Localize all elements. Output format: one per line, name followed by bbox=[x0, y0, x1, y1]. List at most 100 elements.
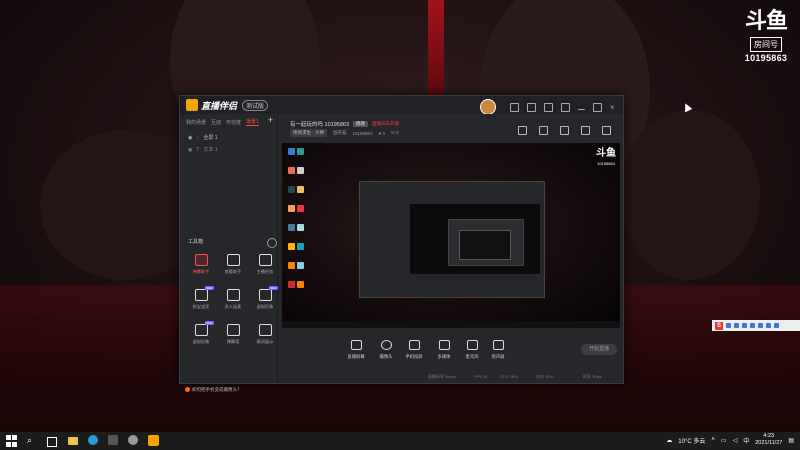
tool-item[interactable]: 歌词展示 bbox=[250, 324, 280, 345]
control-microphone[interactable]: 麦克风 bbox=[460, 340, 484, 360]
volume-icon[interactable]: ◁ bbox=[733, 437, 738, 444]
new-badge: NEW bbox=[204, 286, 214, 290]
room-title-row: 有一起玩的吗 10195863 修改 直播间未开播 bbox=[290, 120, 399, 128]
edit-title-button[interactable]: 修改 bbox=[353, 121, 368, 127]
tool-item[interactable]: 主播任务 bbox=[250, 254, 280, 275]
tool-label: 主播任务 bbox=[256, 269, 274, 274]
add-scene-button[interactable]: + bbox=[268, 115, 273, 125]
control-screen[interactable]: 直播屏幕 bbox=[344, 340, 368, 360]
app-titlebar[interactable]: 直播伴侣 测试版 × bbox=[180, 96, 623, 115]
ime-icon[interactable] bbox=[726, 323, 731, 328]
clock[interactable]: 4:23 2021/11/27 bbox=[755, 433, 782, 447]
gallery-icon[interactable] bbox=[560, 126, 569, 135]
ime-icon[interactable] bbox=[774, 323, 779, 328]
close-icon[interactable]: × bbox=[610, 103, 617, 111]
tool-item[interactable]: NEW 虚拟形象 bbox=[186, 321, 216, 345]
settings-icon[interactable] bbox=[602, 126, 611, 135]
scene-item[interactable]: ◉ T 文本 1 bbox=[188, 146, 218, 154]
system-tray: ☁ 10°C 多云 ˄ ▭ ◁ 中 4:23 2021/11/27 ▤ bbox=[666, 433, 794, 447]
ime-icon[interactable] bbox=[766, 323, 771, 328]
task-view-icon[interactable] bbox=[47, 437, 57, 447]
eye-icon[interactable]: ◉ bbox=[188, 135, 192, 141]
phone-cast-icon bbox=[408, 340, 420, 350]
media-icon bbox=[438, 340, 450, 350]
tool-label: 虚拟形象 bbox=[192, 339, 210, 344]
streaming-app-window: 直播伴侣 测试版 × 我的场景 互动 可信度 场景1 + ◉ ◌ 全屏 1 ◉ T bbox=[179, 95, 624, 393]
tool-label: 多人连麦 bbox=[224, 304, 242, 309]
control-media[interactable]: 多媒体 bbox=[432, 340, 456, 360]
tool-item[interactable]: 房管助手 bbox=[218, 254, 248, 275]
windows-start-icon[interactable] bbox=[6, 435, 18, 447]
tip-icon bbox=[185, 387, 190, 393]
maximize-icon[interactable] bbox=[593, 102, 602, 112]
task-icon bbox=[258, 254, 272, 266]
phone-camera-tip[interactable]: 如何把手机变成摄像头？ bbox=[180, 384, 277, 396]
notification-icon[interactable]: ▤ bbox=[788, 437, 794, 444]
tool-item[interactable]: 弹幕墙 bbox=[218, 324, 248, 345]
clock-date: 2021/11/27 bbox=[755, 440, 783, 446]
message-icon[interactable] bbox=[510, 102, 519, 112]
ime-icon[interactable] bbox=[742, 323, 747, 328]
streaming-app-taskbar-icon[interactable] bbox=[148, 435, 159, 446]
tool-label: 虚拟形象 bbox=[256, 304, 274, 309]
scene-label: 全屏 1 bbox=[203, 135, 218, 141]
version-badge: 测试版 bbox=[242, 99, 269, 111]
tool-item[interactable]: NEW 抢宝送奖 bbox=[186, 286, 216, 310]
tool-item[interactable]: NEW 虚拟形象 bbox=[250, 286, 280, 310]
mail-icon[interactable] bbox=[527, 102, 536, 112]
likes-count: ♥ 0 bbox=[378, 130, 385, 136]
notification-icon[interactable] bbox=[581, 126, 590, 135]
danmaku-icon bbox=[194, 254, 208, 266]
control-speaker[interactable]: 扬声器 bbox=[486, 340, 510, 360]
nested-inner-window bbox=[448, 219, 524, 266]
tool-item[interactable]: 弹幕助手 bbox=[186, 254, 216, 275]
tool-item[interactable]: 多人连麦 bbox=[218, 289, 248, 310]
tool-label: 弹幕助手 bbox=[192, 269, 210, 274]
menu-icon[interactable] bbox=[561, 102, 570, 112]
sogou-icon[interactable]: S bbox=[715, 321, 723, 330]
eye-icon[interactable]: ◉ bbox=[188, 147, 192, 153]
wall-icon bbox=[226, 324, 240, 336]
more-icon[interactable] bbox=[267, 238, 277, 248]
edge-icon[interactable] bbox=[88, 435, 98, 445]
scene-item[interactable]: ◉ ◌ 全屏 1 bbox=[188, 134, 218, 142]
streamer-name: 国庆猫 bbox=[333, 130, 347, 135]
language-indicator[interactable]: 中 bbox=[743, 436, 749, 445]
ime-icon[interactable] bbox=[750, 323, 755, 328]
stream-preview[interactable]: 斗鱼 10195863 bbox=[282, 143, 620, 328]
lock-icon[interactable]: ◌ bbox=[196, 135, 199, 141]
weather-text[interactable]: 10°C 多云 bbox=[678, 436, 705, 445]
tab-credibility[interactable]: 可信度 bbox=[226, 119, 241, 126]
start-stream-button[interactable]: 开始直播 bbox=[581, 344, 617, 355]
tab-my-scenes[interactable]: 我的场景 bbox=[186, 119, 206, 126]
ime-toolbar[interactable]: S bbox=[712, 320, 800, 331]
control-phone-cast[interactable]: 手机投屏 bbox=[402, 340, 426, 360]
category-pill[interactable]: 绝地求生 · 大神 bbox=[290, 129, 327, 137]
status-memory: 内存 45% bbox=[536, 374, 554, 379]
steam-icon[interactable] bbox=[128, 435, 138, 445]
avatar[interactable] bbox=[480, 99, 496, 115]
clock-time: 4:23 bbox=[763, 433, 775, 439]
network-icon[interactable]: ▭ bbox=[721, 437, 727, 444]
tab-scene-1[interactable]: 场景1 bbox=[246, 118, 259, 126]
status-bar: 直播码率 0kbps FPS 30 CPU 26% 内存 45% 帧率 30fp… bbox=[278, 371, 623, 383]
data-icon[interactable] bbox=[539, 126, 548, 135]
app-name: 直播伴侣 bbox=[201, 100, 238, 111]
ime-icon[interactable] bbox=[758, 323, 763, 328]
search-icon[interactable]: ⌕ bbox=[27, 435, 39, 447]
ime-icon[interactable] bbox=[734, 323, 739, 328]
tray-expand-icon[interactable]: ˄ bbox=[711, 437, 715, 443]
control-camera[interactable]: 摄像头 bbox=[374, 340, 398, 360]
weather-icon[interactable]: ☁ bbox=[666, 437, 672, 444]
scene-label: 文本 1 bbox=[203, 147, 218, 153]
left-panel: 我的场景 互动 可信度 场景1 + ◉ ◌ 全屏 1 ◉ T 文本 1 工具箱 弹幕… bbox=[180, 114, 280, 393]
minimize-icon[interactable] bbox=[578, 105, 585, 110]
tab-interact[interactable]: 互动 bbox=[211, 119, 221, 126]
store-icon[interactable] bbox=[518, 126, 527, 135]
screen-icon bbox=[350, 340, 362, 350]
app-icon[interactable] bbox=[108, 435, 118, 445]
shirt-icon[interactable] bbox=[544, 102, 553, 112]
status-cpu: CPU 26% bbox=[500, 374, 518, 379]
user-icon bbox=[226, 254, 240, 266]
file-explorer-icon[interactable] bbox=[68, 437, 78, 445]
